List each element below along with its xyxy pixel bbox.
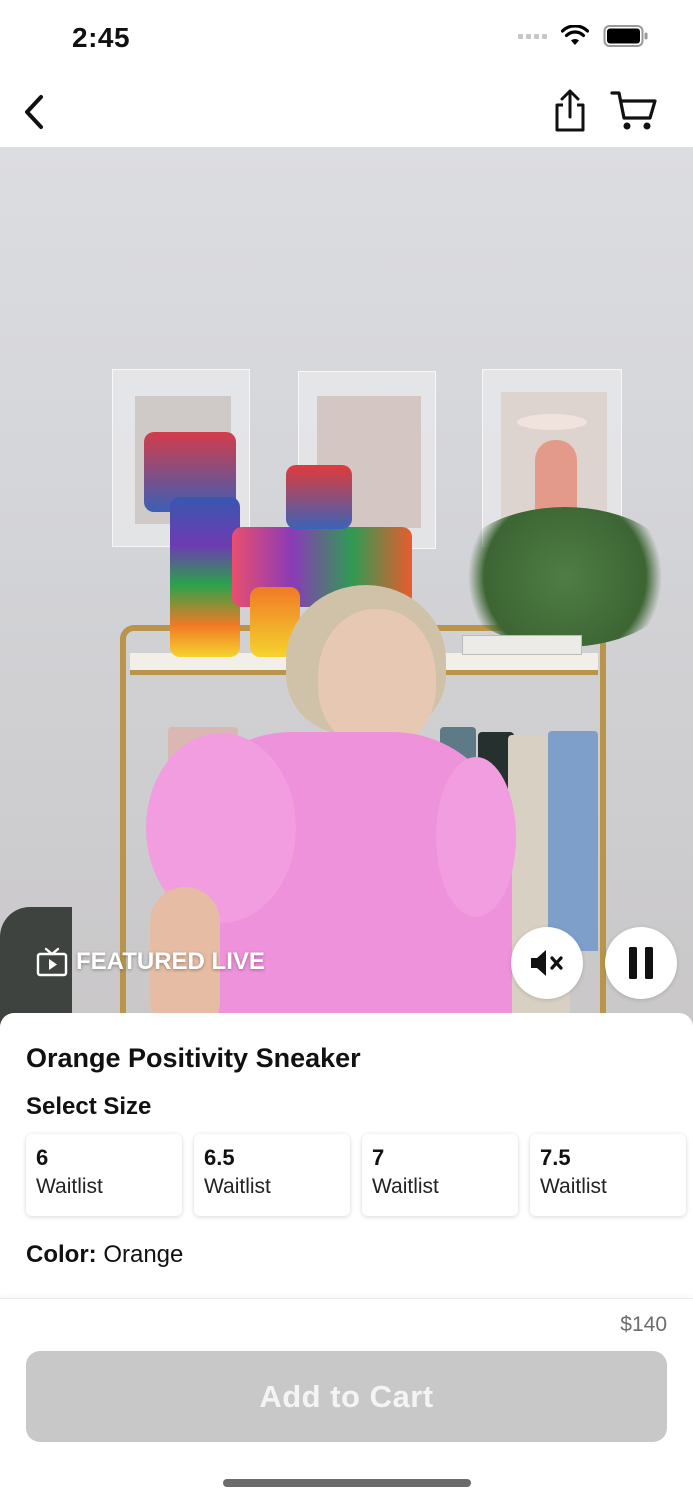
size-option-7[interactable]: 7 Waitlist bbox=[362, 1134, 518, 1216]
mute-button[interactable] bbox=[511, 927, 583, 999]
color-label: Color: bbox=[26, 1241, 97, 1268]
size-status: Waitlist bbox=[36, 1175, 103, 1198]
pinata bbox=[170, 497, 240, 657]
pause-button[interactable] bbox=[605, 927, 677, 999]
size-option-6[interactable]: 6 Waitlist bbox=[26, 1134, 182, 1216]
size-value: 7 bbox=[372, 1145, 385, 1170]
size-value: 6 bbox=[36, 1145, 49, 1170]
product-title: Orange Positivity Sneaker bbox=[26, 1043, 361, 1073]
live-video[interactable]: FEATURED LIVE bbox=[0, 147, 693, 1027]
size-status: Waitlist bbox=[372, 1175, 439, 1198]
size-option-7-5[interactable]: 7.5 Waitlist bbox=[530, 1134, 686, 1216]
home-indicator[interactable] bbox=[223, 1479, 471, 1487]
books bbox=[462, 635, 582, 655]
tv-icon bbox=[36, 947, 68, 977]
plant bbox=[450, 507, 680, 647]
featured-live-badge: FEATURED LIVE bbox=[36, 947, 265, 977]
signal-icon bbox=[518, 33, 547, 39]
dress-sleeve bbox=[436, 757, 516, 917]
cart-button[interactable] bbox=[608, 88, 660, 134]
add-to-cart-button[interactable]: Add to Cart bbox=[26, 1351, 667, 1442]
wifi-icon bbox=[561, 25, 589, 45]
battery-icon bbox=[603, 25, 648, 47]
hanging-garment bbox=[548, 731, 598, 951]
color-value: Orange bbox=[103, 1241, 184, 1268]
person-face bbox=[318, 609, 436, 749]
status-icons bbox=[518, 24, 649, 48]
status-bar: 2:45 bbox=[0, 0, 693, 80]
featured-live-label: FEATURED LIVE bbox=[76, 948, 265, 975]
size-value: 7.5 bbox=[540, 1145, 571, 1170]
share-button[interactable] bbox=[548, 86, 592, 136]
back-chevron-icon bbox=[25, 95, 43, 129]
mute-icon bbox=[531, 950, 563, 976]
cart-icon bbox=[610, 91, 657, 130]
size-option-6-5[interactable]: 6.5 Waitlist bbox=[194, 1134, 350, 1216]
size-status: Waitlist bbox=[204, 1175, 271, 1198]
nav-bar bbox=[0, 80, 693, 147]
select-size-label: Select Size bbox=[26, 1093, 152, 1120]
purchase-footer: $140 Add to Cart bbox=[0, 1298, 693, 1500]
status-time: 2:45 bbox=[72, 22, 131, 53]
share-icon bbox=[555, 89, 585, 132]
pause-icon bbox=[629, 947, 653, 979]
size-value: 6.5 bbox=[204, 1145, 235, 1170]
price: $140 bbox=[620, 1313, 667, 1336]
color-info: Color: Orange bbox=[26, 1241, 183, 1269]
back-button[interactable] bbox=[14, 90, 54, 134]
pinata bbox=[286, 465, 352, 529]
size-options: 6 Waitlist 6.5 Waitlist 7 Waitlist 7.5 W… bbox=[26, 1134, 686, 1216]
size-status: Waitlist bbox=[540, 1175, 607, 1198]
